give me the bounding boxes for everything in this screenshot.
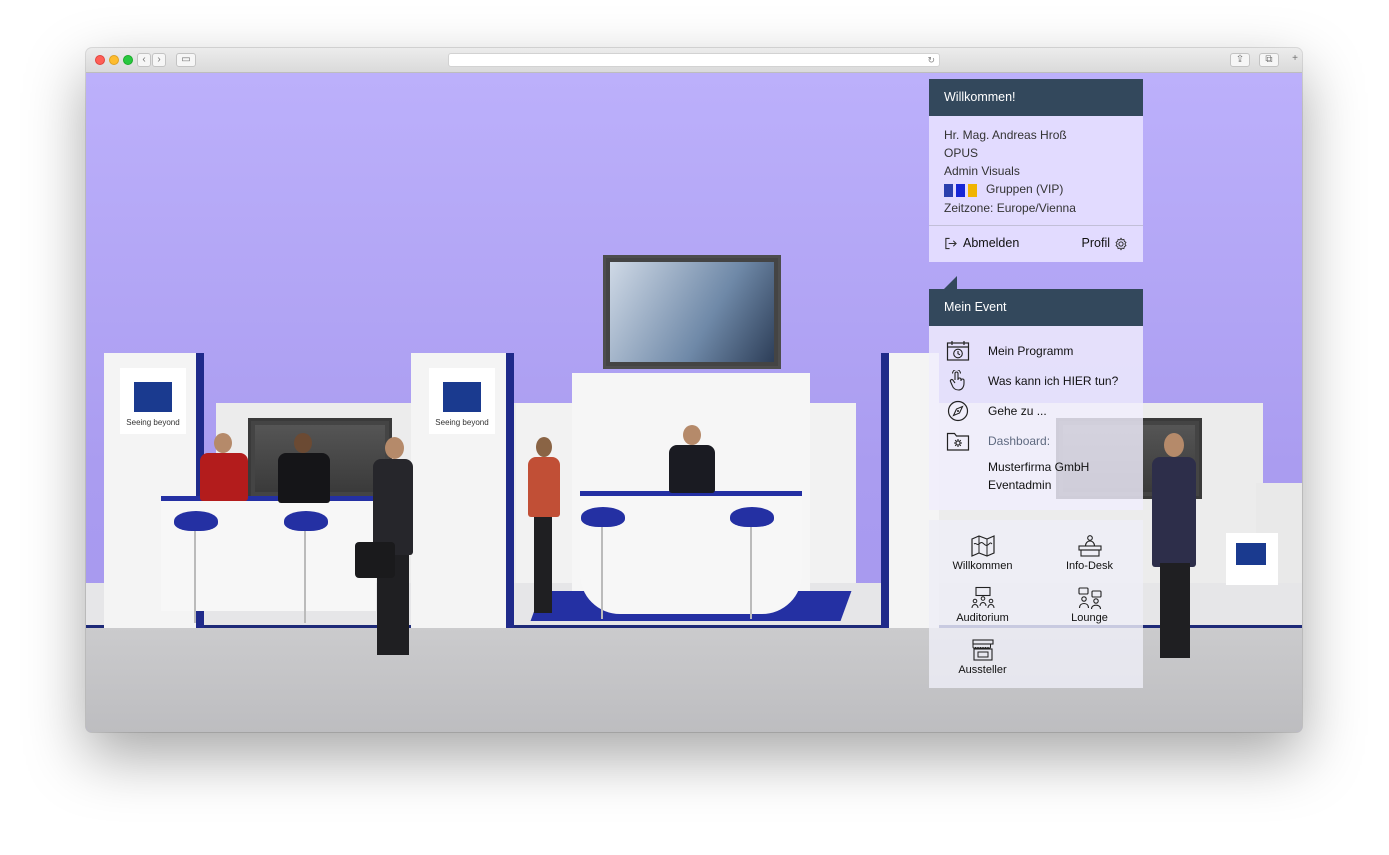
- user-panel-title: Willkommen!: [929, 79, 1143, 116]
- lounge-icon: [1077, 587, 1102, 610]
- dashboard-label: Dashboard:: [988, 434, 1051, 448]
- user-company: OPUS: [944, 146, 979, 160]
- event-panel-title: Mein Event: [929, 289, 1143, 326]
- event-menu: Mein Programm Was kann ich HIER tun? Geh…: [929, 326, 1143, 510]
- browser-titlebar: ‹ › ▭ ↻ ⇪ ⧉ +: [86, 48, 1302, 73]
- menu-item-dashboard[interactable]: Dashboard:: [944, 432, 1128, 456]
- bar-stool: [284, 511, 328, 531]
- exhibitor-booth-icon: [971, 639, 994, 661]
- user-group-label: Gruppen (VIP): [986, 182, 1064, 196]
- logo-subtitle: Seeing beyond: [126, 418, 180, 427]
- menu-item-label: Mein Programm: [988, 344, 1074, 358]
- nav-auditorium[interactable]: Auditorium: [929, 586, 1036, 624]
- share-button[interactable]: ⇪: [1230, 53, 1250, 67]
- dashboard-entry-musterfirma[interactable]: Musterfirma GmbH: [944, 458, 1128, 476]
- browser-window: ‹ › ▭ ↻ ⇪ ⧉ + Seeing beyond Seeing beyon…: [86, 48, 1302, 732]
- group-flag: [944, 184, 953, 198]
- user-role: Admin Visuals: [944, 164, 1020, 178]
- user-timezone: Zeitzone: Europe/Vienna: [944, 200, 1076, 215]
- reload-icon[interactable]: ↻: [927, 54, 935, 66]
- zeiss-logo: Seeing beyond: [120, 368, 186, 434]
- forward-button[interactable]: ›: [152, 53, 166, 67]
- nav-label: Willkommen: [952, 560, 1013, 572]
- back-button[interactable]: ‹: [137, 53, 151, 67]
- profile-button[interactable]: Profil: [1082, 236, 1128, 251]
- bar-stool: [174, 511, 218, 531]
- menu-item-gehe-zu[interactable]: Gehe zu ...: [944, 400, 1128, 432]
- nav-aussteller[interactable]: Aussteller: [929, 638, 1036, 676]
- dashboard-entry-eventadmin[interactable]: Eventadmin: [944, 476, 1128, 494]
- menu-item-was-kann-ich-hier-tun[interactable]: Was kann ich HIER tun?: [944, 370, 1128, 402]
- zoom-window-button[interactable]: [123, 55, 133, 65]
- group-color-flags: [944, 181, 980, 199]
- minimize-window-button[interactable]: [109, 55, 119, 65]
- address-bar[interactable]: ↻: [448, 53, 940, 67]
- user-group: Gruppen (VIP): [944, 180, 1128, 199]
- gear-icon: [1115, 236, 1127, 251]
- menu-item-label: Was kann ich HIER tun?: [988, 374, 1119, 388]
- group-flag: [956, 184, 965, 198]
- folder-gear-icon: [946, 432, 970, 451]
- zeiss-logo: [1226, 533, 1278, 585]
- bar-stool: [581, 507, 625, 527]
- info-desk-icon: [1077, 535, 1102, 557]
- auditorium-icon: [971, 586, 994, 609]
- calendar-clock-icon: [946, 341, 970, 361]
- nav-lounge[interactable]: Lounge: [1036, 586, 1143, 624]
- new-tab-button[interactable]: +: [1288, 53, 1302, 67]
- menu-item-label: Gehe zu ...: [988, 404, 1047, 418]
- map-icon: [970, 535, 995, 557]
- bar-stool: [730, 507, 774, 527]
- group-flag: [968, 184, 977, 198]
- user-actions: Abmelden Profil: [929, 224, 1143, 262]
- user-panel: Willkommen! Hr. Mag. Andreas Hroß OPUS A…: [929, 79, 1143, 262]
- compass-icon: [947, 400, 969, 422]
- location-nav-panel: Willkommen Info-Desk Auditorium Lounge A…: [929, 520, 1143, 688]
- panel-pointer: [944, 276, 957, 289]
- nav-label: Auditorium: [956, 612, 1009, 624]
- logout-label: Abmelden: [963, 235, 1020, 250]
- user-info: Hr. Mag. Andreas Hroß OPUS Admin Visuals…: [929, 116, 1143, 225]
- nav-willkommen[interactable]: Willkommen: [929, 534, 1036, 572]
- profile-label: Profil: [1081, 235, 1110, 250]
- virtual-exhibition-scene[interactable]: Seeing beyond Seeing beyond Willkommen! …: [86, 73, 1302, 732]
- sidebar-toggle-button[interactable]: ▭: [176, 53, 196, 67]
- menu-item-mein-programm[interactable]: Mein Programm: [944, 341, 1128, 372]
- logo-subtitle: Seeing beyond: [435, 418, 489, 427]
- zeiss-logo: Seeing beyond: [429, 368, 495, 434]
- logout-button[interactable]: Abmelden: [944, 236, 1019, 250]
- nav-label: Info-Desk: [1065, 560, 1114, 572]
- close-window-button[interactable]: [95, 55, 105, 65]
- hand-pointer-icon: [949, 370, 965, 391]
- main-video-screen[interactable]: [603, 255, 781, 369]
- logout-icon: [945, 237, 957, 250]
- show-tabs-button[interactable]: ⧉: [1259, 53, 1279, 67]
- user-name: Hr. Mag. Andreas Hroß: [944, 128, 1067, 142]
- nav-info-desk[interactable]: Info-Desk: [1036, 534, 1143, 572]
- nav-label: Lounge: [1071, 612, 1108, 624]
- nav-label: Aussteller: [958, 664, 1007, 676]
- event-panel: Mein Event Mein Programm Was kann ich HI…: [929, 289, 1143, 510]
